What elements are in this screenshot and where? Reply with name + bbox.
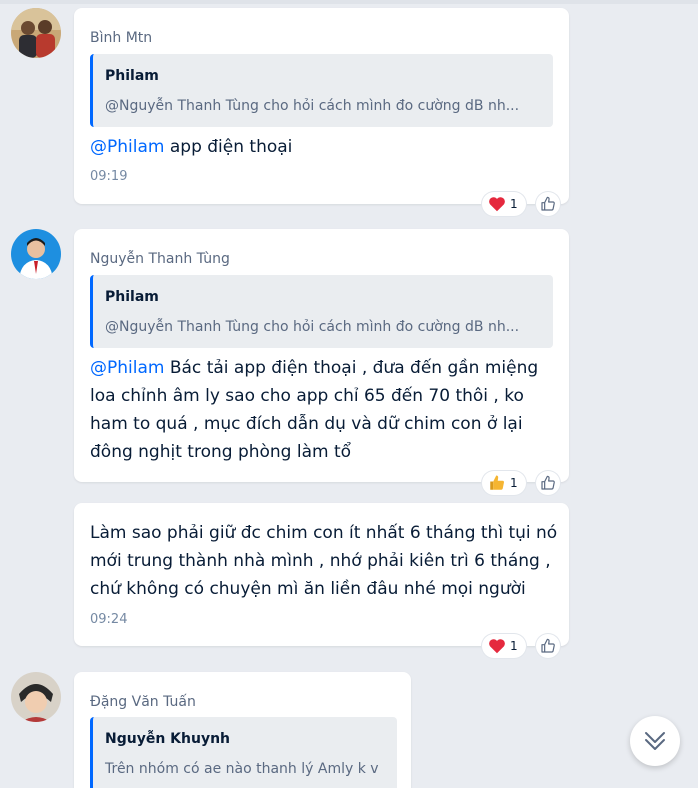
message-time: 09:19 [90,169,128,184]
quoted-message[interactable]: Nguyễn Khuynh Trên nhóm có ae nào thanh … [90,717,397,796]
heart-icon [489,197,505,212]
quoted-message[interactable]: Philam @Nguyễn Thanh Tùng cho hỏi cách m… [90,275,553,348]
message-text: @Philam app điện thoại [90,137,293,157]
message-line: chứ không có chuyện mì ăn liền đâu nhé m… [90,579,526,599]
reaction-badge[interactable]: 1 [482,192,526,216]
reaction-count: 1 [510,197,518,211]
avatar-dang-van-tuan[interactable] [11,672,61,722]
like-icon [541,196,555,211]
quote-text: @Nguyễn Thanh Tùng cho hỏi cách mình đo … [105,319,520,335]
heart-icon [489,639,505,654]
double-chevron-down-icon [645,732,665,750]
sender-name: Đặng Văn Tuấn [90,694,196,710]
bottom-divider [0,788,698,796]
quote-text: Trên nhóm có ae nào thanh lý Amly k v [105,761,379,777]
message-bubble[interactable]: Làm sao phải giữ đc chim con ít nhất 6 t… [74,503,569,646]
scroll-to-bottom-button[interactable] [630,716,680,766]
like-icon [541,475,555,490]
quote-author: Philam [105,68,159,84]
quote-text: @Nguyễn Thanh Tùng cho hỏi cách mình đo … [105,98,520,114]
message-line: Làm sao phải giữ đc chim con ít nhất 6 t… [90,523,558,543]
message-bubble[interactable]: Nguyễn Thanh Tùng Philam @Nguyễn Thanh T… [74,229,569,482]
avatar-binh-mtn[interactable] [11,8,61,58]
message-text: @Philam Bác tải app điện thoại , đưa đến… [90,354,538,466]
message-line: @Philam Bác tải app điện thoại , đưa đến… [90,358,539,378]
message-time: 09:24 [90,612,128,627]
sender-name: Bình Mtn [90,30,153,46]
sender-name: Nguyễn Thanh Tùng [90,251,230,267]
message-line: loa chỉnh âm ly sao cho app chỉ 65 đến 7… [90,386,524,406]
message-line: ham to quá , mục đích dẫn dụ và dữ chim … [90,414,523,434]
like-button[interactable] [536,192,560,216]
like-icon [541,638,555,653]
avatar-nguyen-thanh-tung[interactable] [11,229,61,279]
like-button[interactable] [536,634,560,658]
reaction-count: 1 [510,639,518,653]
top-divider [0,0,698,4]
message-line: đông nghịt trong phòng làm tổ [90,442,352,462]
reaction-badge[interactable]: 1 [482,471,526,495]
quoted-message[interactable]: Philam @Nguyễn Thanh Tùng cho hỏi cách m… [90,54,553,127]
quote-author: Philam [105,289,159,305]
reaction-count: 1 [510,476,518,490]
message-bubble[interactable]: Đặng Văn Tuấn Nguyễn Khuynh Trên nhóm có… [74,672,411,796]
mention-link[interactable]: @Philam [90,358,164,378]
like-button[interactable] [536,471,560,495]
message-line: mới trung thành nhà mình , nhớ phải kiên… [90,551,551,571]
message-bubble[interactable]: Bình Mtn Philam @Nguyễn Thanh Tùng cho h… [74,8,569,204]
message-text: Làm sao phải giữ đc chim con ít nhất 6 t… [90,519,557,603]
mention-link[interactable]: @Philam [90,137,164,157]
quote-author: Nguyễn Khuynh [105,731,231,747]
thumbs-up-icon [490,475,504,490]
reaction-badge[interactable]: 1 [482,634,526,658]
